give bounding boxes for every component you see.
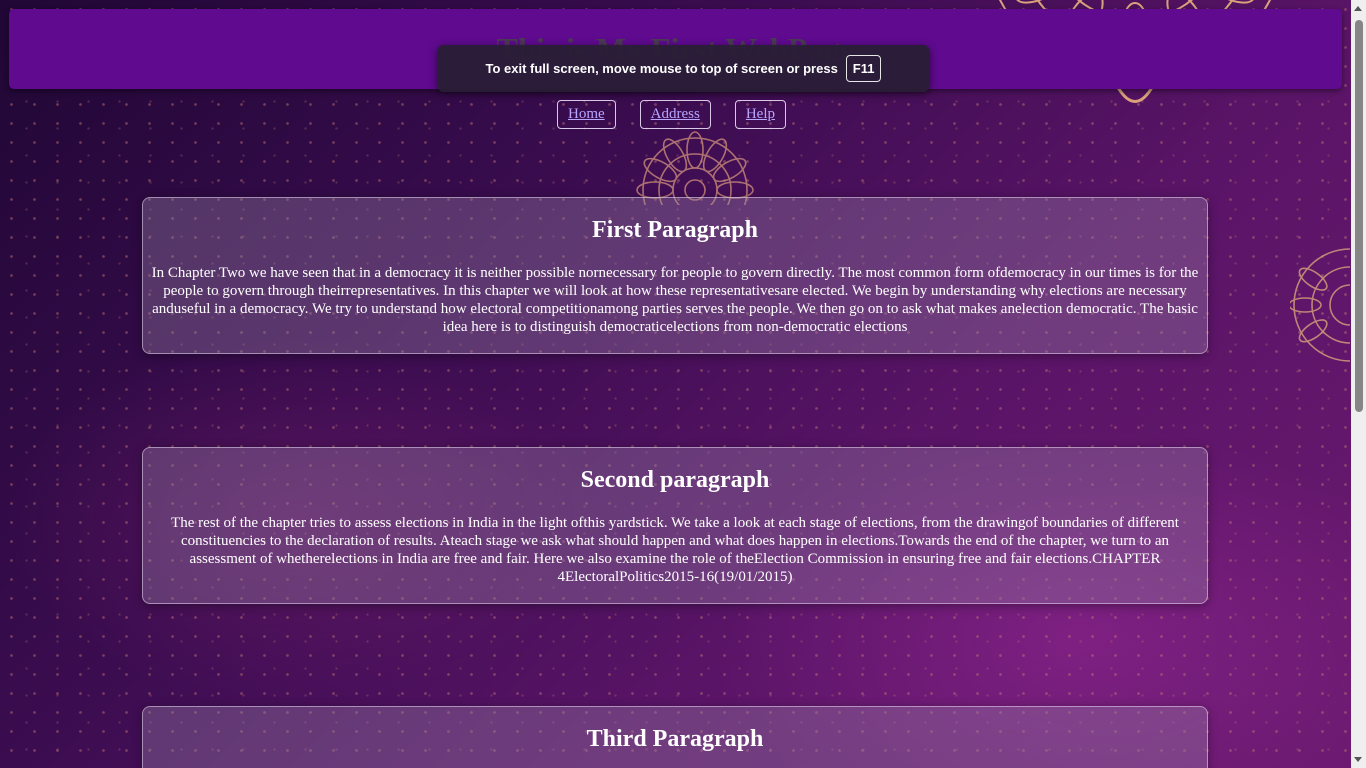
section-card-third: Third Paragraph — [142, 706, 1208, 768]
mandala-decoration-edge — [1290, 248, 1350, 362]
section-body: In Chapter Two we have seen that in a de… — [151, 265, 1199, 335]
fullscreen-notice-text: To exit full screen, move mouse to top o… — [485, 61, 838, 76]
section-body: The rest of the chapter tries to assess … — [171, 515, 1179, 585]
main-nav: Home Address Help — [557, 100, 787, 129]
section-card-first: First Paragraph In Chapter Two we have s… — [142, 197, 1208, 354]
scroll-up-arrow-icon[interactable] — [1354, 6, 1362, 11]
nav-link-help[interactable]: Help — [734, 100, 787, 129]
vertical-scrollbar[interactable] — [1351, 0, 1366, 768]
section-card-second: Second paragraph The rest of the chapter… — [142, 447, 1208, 604]
scroll-down-arrow-icon[interactable] — [1354, 757, 1362, 762]
nav-link-home[interactable]: Home — [557, 100, 616, 129]
fullscreen-exit-notice: To exit full screen, move mouse to top o… — [437, 45, 930, 92]
nav-link-address[interactable]: Address — [639, 100, 711, 129]
section-heading: Second paragraph — [580, 467, 770, 493]
f11-key-badge: F11 — [845, 55, 882, 82]
scrollbar-thumb[interactable] — [1355, 20, 1363, 412]
section-heading: Third Paragraph — [586, 726, 764, 752]
section-heading: First Paragraph — [592, 217, 758, 243]
